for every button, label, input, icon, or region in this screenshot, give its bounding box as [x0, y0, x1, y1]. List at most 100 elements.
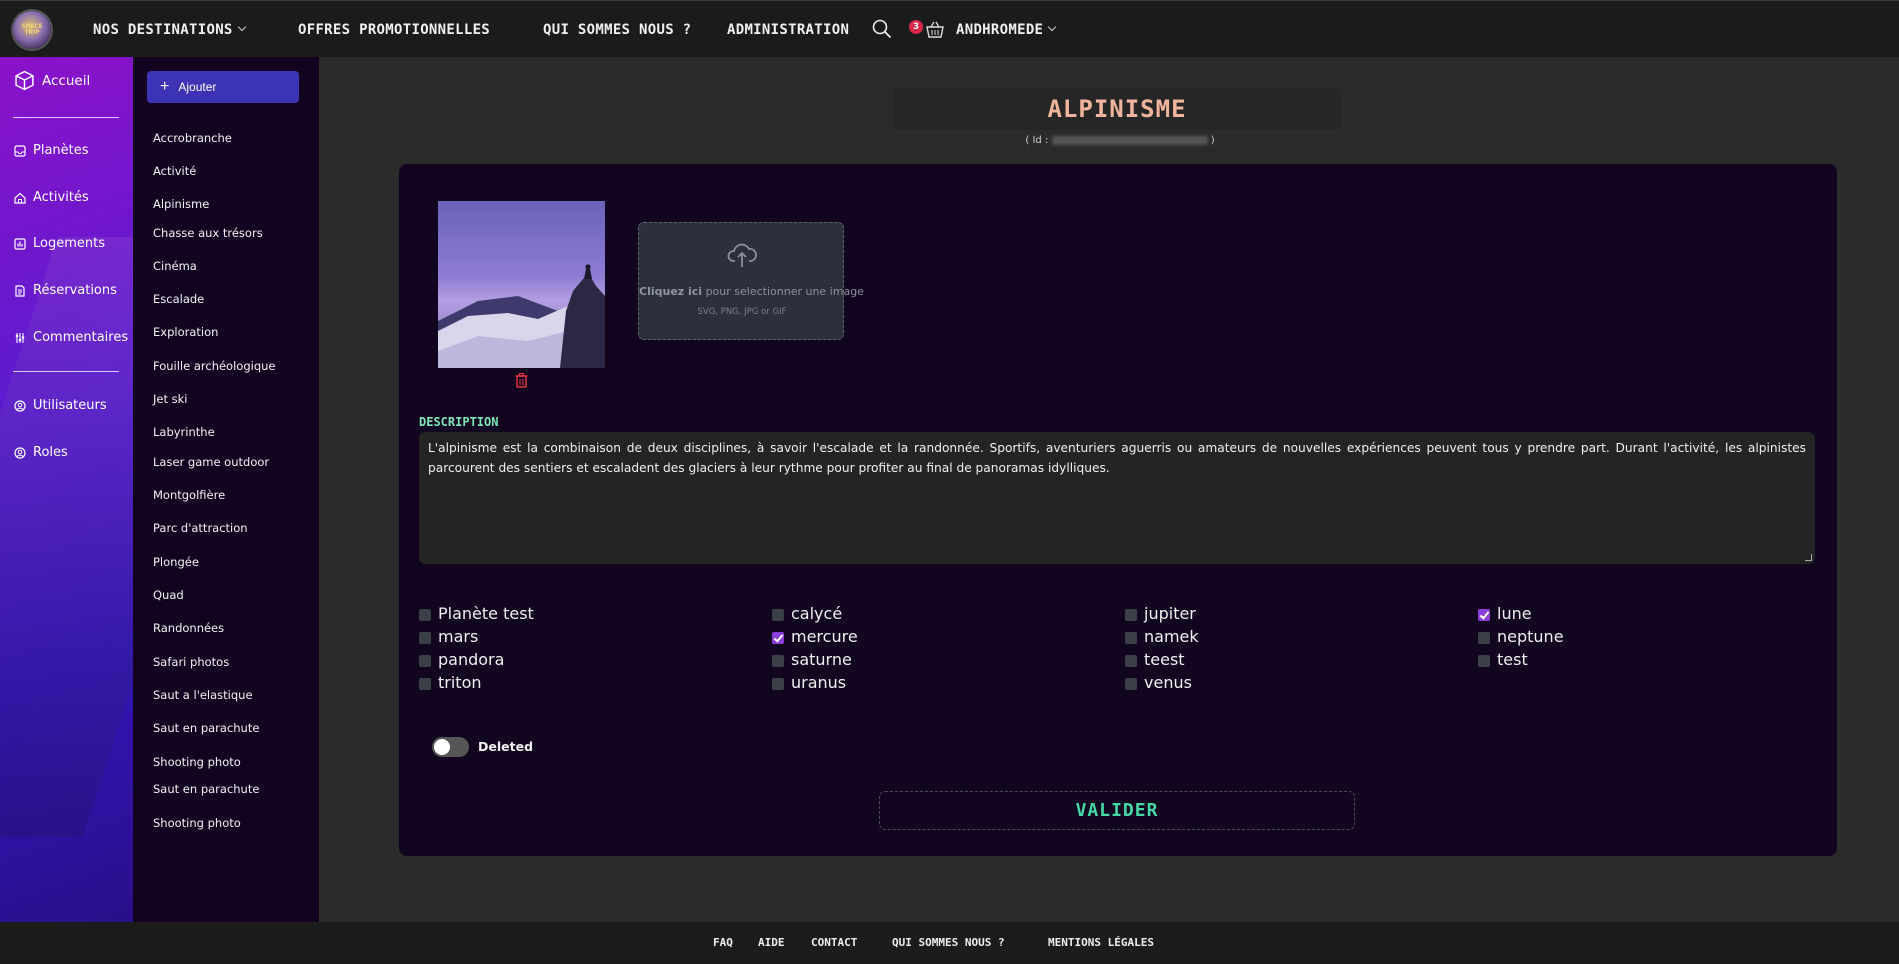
description-text: L'alpinisme est la combinaison de deux d… [428, 441, 1806, 475]
nav-offres[interactable]: Offres promotionnelles [298, 1, 490, 58]
sidebar-item-label: Planètes [33, 143, 89, 158]
mountain-illustration [438, 264, 605, 368]
planet-checkbox-label: venus [1144, 673, 1192, 692]
planet-checkbox-item[interactable]: mercure [772, 627, 858, 646]
planet-checkbox-item[interactable]: test [1478, 650, 1528, 669]
category-item[interactable]: Activité [153, 164, 196, 178]
footer-link-aide[interactable]: Aide [758, 936, 785, 949]
category-item[interactable]: Exploration [153, 325, 218, 339]
sidebar-item-activites[interactable]: Activités [14, 190, 89, 205]
category-item[interactable]: Cinéma [153, 259, 197, 273]
planet-checkbox[interactable] [1125, 677, 1137, 690]
planet-checkbox-item[interactable]: mars [419, 627, 478, 646]
category-item[interactable]: Plongée [153, 555, 199, 569]
image-upload-dropzone[interactable]: Cliquez ici pour selectionner une image … [638, 222, 864, 340]
plus-icon: + [160, 78, 170, 95]
user-name: Andhromede [956, 21, 1044, 38]
category-item[interactable]: Saut a l'elastique [153, 688, 253, 702]
planet-checkbox[interactable] [772, 608, 784, 621]
planet-checkbox[interactable] [1125, 654, 1137, 667]
planet-checkbox[interactable] [419, 631, 431, 644]
category-item[interactable]: Montgolfière [153, 488, 225, 502]
chevron-down-icon [1048, 22, 1057, 31]
footer-link-faq[interactable]: FAQ [713, 936, 733, 949]
id-prefix: ( Id : [1025, 135, 1049, 146]
planet-checkbox-item[interactable]: jupiter [1125, 604, 1196, 623]
sidebar-item-logements[interactable]: Logements [14, 236, 105, 251]
planet-checkbox-item[interactable]: uranus [772, 673, 846, 692]
planet-checkbox[interactable] [419, 654, 431, 667]
nav-administration[interactable]: Administration [727, 1, 849, 58]
sidebar-item-reservations[interactable]: Réservations [14, 283, 117, 298]
planet-checkbox-item[interactable]: venus [1125, 673, 1192, 692]
planet-checkbox[interactable] [1125, 608, 1137, 621]
category-item[interactable]: Saut en parachute [153, 721, 259, 735]
deleted-toggle-label: Deleted [478, 739, 534, 754]
planet-checkbox-item[interactable]: lune [1478, 604, 1532, 623]
category-item[interactable]: Saut en parachute [153, 782, 259, 796]
category-item[interactable]: Shooting photo [153, 816, 241, 830]
planet-checkbox-item[interactable]: triton [419, 673, 482, 692]
planet-checkbox-label: Planète test [438, 604, 534, 623]
category-item[interactable]: Randonnées [153, 621, 224, 635]
planet-checkbox[interactable] [772, 677, 784, 690]
redacted-id [1051, 135, 1208, 145]
sidebar-item-commentaires[interactable]: Commentaires [14, 330, 128, 345]
planet-checkbox[interactable] [419, 608, 431, 621]
planet-checkbox-item[interactable]: namek [1125, 627, 1199, 646]
category-item[interactable]: Parc d'attraction [153, 521, 248, 535]
trash-icon[interactable] [515, 373, 528, 388]
planet-checkbox-item[interactable]: calycé [772, 604, 842, 623]
category-item[interactable]: Quad [153, 588, 184, 602]
planet-checkbox-item[interactable]: saturne [772, 650, 852, 669]
category-item[interactable]: Jet ski [153, 392, 187, 406]
category-item[interactable]: Alpinisme [153, 197, 209, 211]
sidebar-item-label: Activités [33, 190, 89, 205]
footer-link-mentions-legales[interactable]: Mentions légales [1048, 936, 1154, 949]
sidebar-item-roles[interactable]: Roles [14, 445, 68, 460]
planet-checkbox[interactable] [1478, 654, 1490, 667]
basket-icon[interactable] [925, 20, 945, 40]
planet-checkbox[interactable] [772, 654, 784, 667]
category-item[interactable]: Labyrinthe [153, 425, 215, 439]
category-item[interactable]: Shooting photo [153, 755, 241, 769]
nav-qui-sommes-nous[interactable]: Qui sommes nous ? [543, 1, 691, 58]
submit-button[interactable]: Valider [879, 791, 1355, 830]
deleted-toggle[interactable] [432, 737, 469, 757]
planet-checkbox-item[interactable]: teest [1125, 650, 1185, 669]
planet-checkbox[interactable] [419, 677, 431, 690]
planet-checkbox-item[interactable]: pandora [419, 650, 504, 669]
sidebar-item-planetes[interactable]: Planètes [14, 143, 89, 158]
resize-handle[interactable] [1805, 554, 1812, 561]
add-button[interactable]: + Ajouter [147, 71, 299, 103]
category-item[interactable]: Escalade [153, 292, 204, 306]
description-textarea[interactable]: L'alpinisme est la combinaison de deux d… [419, 432, 1815, 564]
sliders-icon [15, 332, 25, 343]
category-item[interactable]: Safari photos [153, 655, 229, 669]
site-logo[interactable]: SPACE TRIP [13, 11, 51, 49]
planet-checkbox[interactable] [1125, 631, 1137, 644]
category-item[interactable]: Chasse aux trésors [153, 226, 263, 240]
upload-click-text: Cliquez ici [639, 285, 703, 298]
sidebar-item-accueil[interactable]: Accueil [14, 70, 90, 91]
category-item[interactable]: Laser game outdoor [153, 455, 269, 469]
submit-button-label: Valider [1075, 800, 1159, 821]
planet-checkbox-label: neptune [1497, 627, 1564, 646]
category-item[interactable]: Fouille archéologique [153, 359, 275, 373]
footer-link-qui-sommes-nous[interactable]: Qui sommes nous ? [892, 936, 1005, 949]
user-menu[interactable]: Andhromede [956, 1, 1057, 58]
logo-text: SPACE TRIP [21, 23, 43, 36]
add-button-label: Ajouter [178, 80, 217, 94]
planet-checkbox[interactable] [1478, 608, 1490, 621]
nav-offres-label: Offres promotionnelles [298, 21, 491, 38]
sidebar-divider [13, 117, 119, 118]
sidebar-item-utilisateurs[interactable]: Utilisateurs [14, 398, 107, 413]
footer-link-contact[interactable]: Contact [811, 936, 857, 949]
planet-checkbox-item[interactable]: Planète test [419, 604, 534, 623]
category-item[interactable]: Accrobranche [153, 131, 232, 145]
search-icon[interactable] [872, 19, 892, 39]
planet-checkbox[interactable] [772, 631, 784, 644]
nav-destinations[interactable]: Nos destinations [93, 1, 246, 58]
planet-checkbox[interactable] [1478, 631, 1490, 644]
planet-checkbox-item[interactable]: neptune [1478, 627, 1564, 646]
